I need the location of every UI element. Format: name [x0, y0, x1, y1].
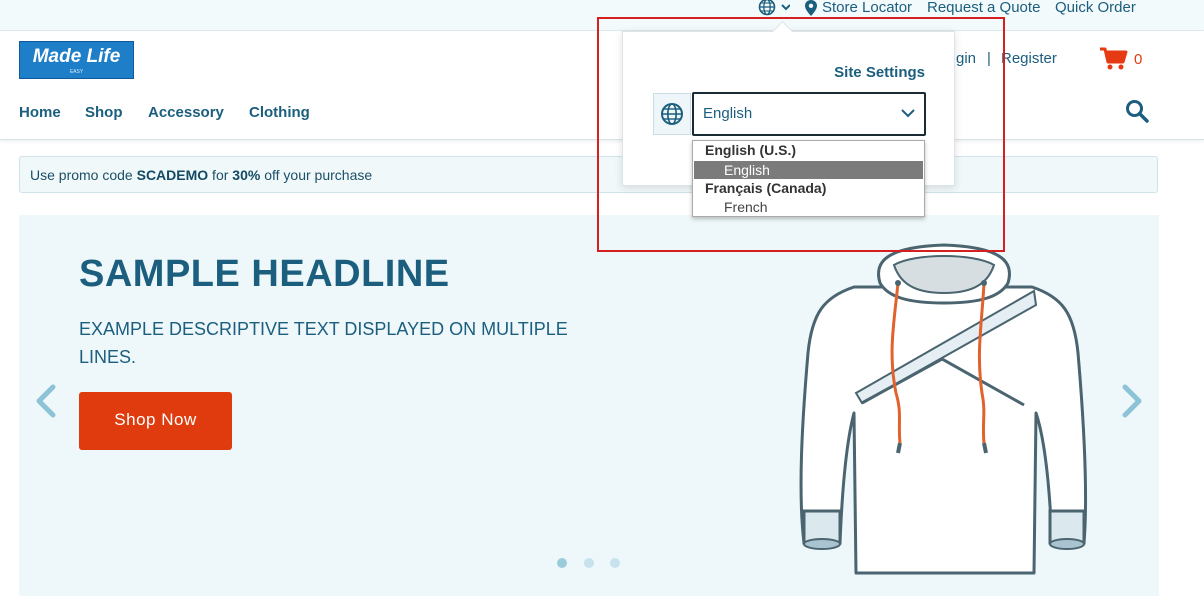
hoodie-image [799, 243, 1088, 575]
logo-text: Made Life [32, 46, 121, 67]
carousel-dot-3[interactable] [610, 558, 620, 568]
logo-subtext: EASY [69, 69, 84, 75]
nav-shop[interactable]: Shop [85, 104, 123, 121]
option-french[interactable]: French [694, 198, 923, 216]
shop-now-button[interactable]: Shop Now [79, 392, 232, 450]
optgroup-french-canada: Français (Canada) [705, 180, 827, 196]
promo-code: SCADEMO [136, 167, 209, 183]
nav-home[interactable]: Home [19, 104, 61, 121]
cart-count[interactable]: 0 [1134, 51, 1142, 68]
chevron-down-icon [901, 109, 915, 118]
promo-discount: 30% [232, 167, 261, 183]
globe-icon [758, 0, 791, 16]
carousel-indicators [557, 558, 637, 570]
carousel-dot-2[interactable] [584, 558, 594, 568]
hero-description: EXAMPLE DESCRIPTIVE TEXT DISPLAYED ON MU… [79, 319, 568, 367]
nav-accessory[interactable]: Accessory [148, 104, 224, 121]
chevron-left-icon[interactable] [33, 383, 61, 419]
map-pin-icon [805, 0, 817, 16]
globe-icon [661, 103, 683, 125]
site-logo[interactable]: Made Life EASY [19, 41, 134, 79]
language-toggle[interactable] [758, 0, 791, 16]
store-locator-link[interactable]: Store Locator [822, 0, 912, 16]
chevron-right-icon[interactable] [1117, 383, 1145, 419]
nav-clothing[interactable]: Clothing [249, 104, 310, 121]
chevron-down-icon [781, 4, 791, 11]
language-globe-box [653, 93, 691, 135]
cart-icon[interactable] [1100, 47, 1128, 71]
request-quote-link[interactable]: Request a Quote [927, 0, 1040, 16]
site-settings-title: Site Settings [834, 64, 925, 81]
optgroup-english-us: English (U.S.) [705, 142, 796, 158]
hero-carousel: SAMPLE HEADLINE EXAMPLE DESCRIPTIVE TEXT… [19, 215, 1159, 596]
promo-prefix: Use promo code [30, 167, 137, 183]
utility-bar: Store Locator Request a Quote Quick Orde… [0, 0, 1204, 31]
search-icon[interactable] [1125, 99, 1149, 123]
promo-banner: Use promo code SCADEMO for 30% off your … [19, 156, 1158, 193]
account-separator: | [987, 50, 991, 67]
language-select-value: English [703, 105, 753, 122]
quick-order-link[interactable]: Quick Order [1055, 0, 1136, 16]
login-link[interactable]: gin [956, 50, 976, 67]
site-header: Made Life EASY gin | Register 0 Home Sho… [0, 31, 1204, 140]
carousel-dot-1[interactable] [557, 558, 567, 568]
promo-suffix: off your purchase [260, 167, 373, 183]
option-english[interactable]: English [694, 161, 923, 179]
hero-headline: SAMPLE HEADLINE [79, 253, 450, 295]
language-select[interactable]: English [692, 92, 926, 136]
promo-middle: for [208, 167, 233, 183]
register-link[interactable]: Register [1001, 50, 1057, 67]
language-dropdown-list: English (U.S.) English Français (Canada)… [692, 140, 925, 217]
